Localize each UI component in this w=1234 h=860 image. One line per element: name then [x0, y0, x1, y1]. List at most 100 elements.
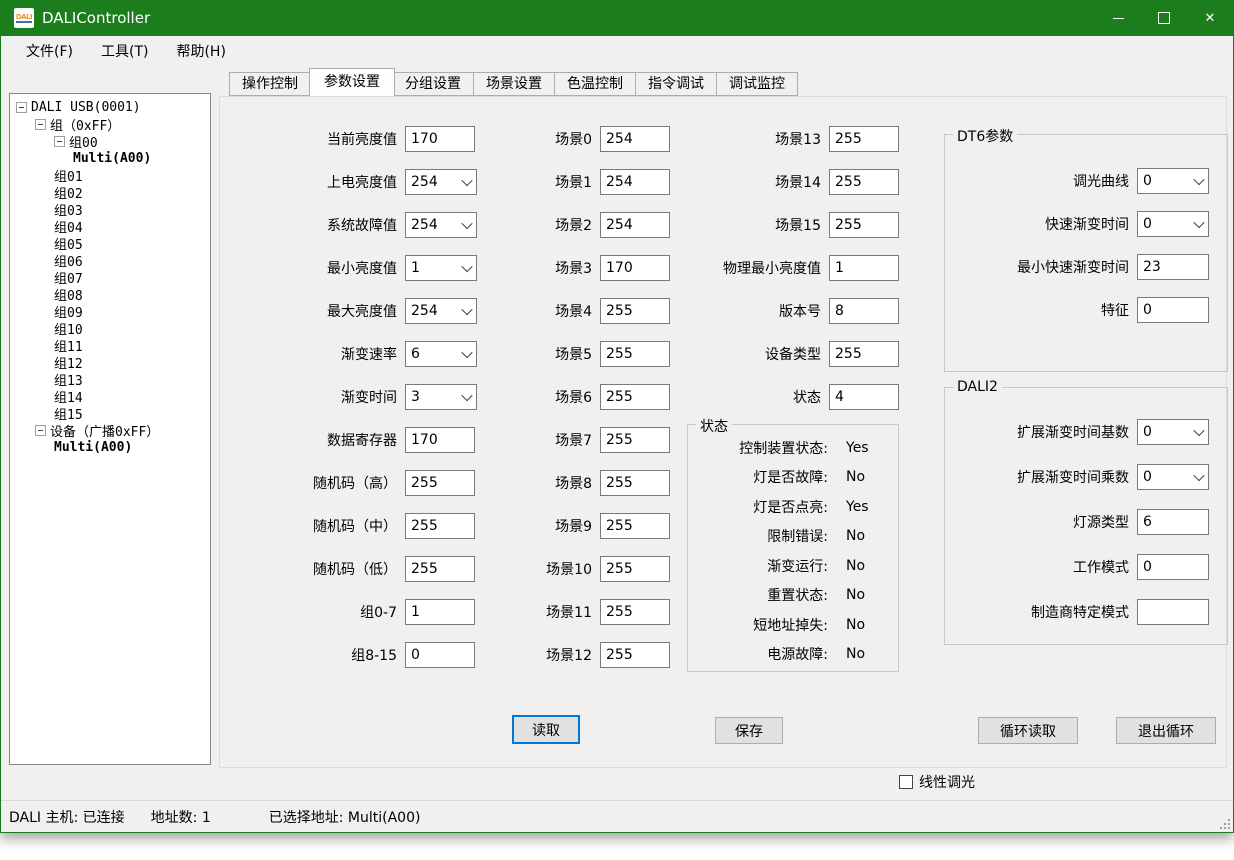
tree-node[interactable]: 组05: [10, 235, 210, 252]
minimize-icon[interactable]: [1095, 0, 1141, 36]
chevron-down-icon[interactable]: [458, 170, 476, 194]
tree-node[interactable]: 组12: [10, 354, 210, 371]
exit-loop-button[interactable]: 退出循环: [1116, 717, 1216, 744]
tree-node[interactable]: 组14: [10, 388, 210, 405]
current-brightness-input[interactable]: [405, 126, 475, 152]
chevron-down-icon[interactable]: [458, 299, 476, 323]
ext-fade-time-multiplier-combo[interactable]: 0: [1137, 464, 1209, 490]
scene-12-input[interactable]: [600, 642, 670, 668]
scene-0-input[interactable]: [600, 126, 670, 152]
scene-15-input[interactable]: [829, 212, 899, 238]
tree-node[interactable]: 组08: [10, 286, 210, 303]
scene-14-label: 场景14: [700, 172, 821, 192]
dimming-curve-combo[interactable]: 0: [1137, 168, 1209, 194]
manufacturer-specific-mode-input[interactable]: [1137, 599, 1209, 625]
read-button[interactable]: 读取: [512, 715, 580, 744]
tree-collapse-icon[interactable]: [35, 425, 46, 436]
resize-grip-icon[interactable]: [1218, 817, 1231, 830]
ext-fade-time-base-combo[interactable]: 0: [1137, 419, 1209, 445]
linear-dimming-checkbox[interactable]: 线性调光: [899, 772, 975, 792]
close-icon[interactable]: ✕: [1187, 0, 1233, 36]
chevron-down-icon[interactable]: [1190, 169, 1208, 193]
tree-node[interactable]: Multi(A00): [10, 439, 210, 456]
scene-6-input[interactable]: [600, 384, 670, 410]
operating-mode-input[interactable]: [1137, 554, 1209, 580]
feature-input[interactable]: [1137, 297, 1209, 323]
tab-debug-monitor[interactable]: 调试监控: [717, 72, 798, 96]
scene-1-input[interactable]: [600, 169, 670, 195]
ext-fade-time-base-label: 扩展渐变时间基数: [945, 422, 1129, 442]
fade-rate-combo[interactable]: 6: [405, 341, 477, 367]
version-number-input[interactable]: [829, 298, 899, 324]
tab-command-debug[interactable]: 指令调试: [636, 72, 717, 96]
status-value-input[interactable]: [829, 384, 899, 410]
tree-node[interactable]: 组11: [10, 337, 210, 354]
max-brightness-combo[interactable]: 254: [405, 298, 477, 324]
group-0-7-input[interactable]: [405, 599, 475, 625]
fast-fade-time-combo[interactable]: 0: [1137, 211, 1209, 237]
random-code-mid-input[interactable]: [405, 513, 475, 539]
chevron-down-icon[interactable]: [1190, 465, 1208, 489]
random-code-low-input[interactable]: [405, 556, 475, 582]
maximize-icon[interactable]: [1141, 0, 1187, 36]
data-register-input[interactable]: [405, 427, 475, 453]
tab-scene-settings[interactable]: 场景设置: [474, 72, 555, 96]
scene-11-input[interactable]: [600, 599, 670, 625]
chevron-down-icon[interactable]: [458, 256, 476, 280]
tab-param-settings[interactable]: 参数设置: [309, 68, 395, 96]
menu-help[interactable]: 帮助(H): [162, 37, 239, 65]
chevron-down-icon[interactable]: [1190, 212, 1208, 236]
tree-node[interactable]: 组07: [10, 269, 210, 286]
tree-node[interactable]: 组（0xFF）: [10, 116, 210, 133]
tab-operation-control[interactable]: 操作控制: [229, 72, 311, 96]
tree-node[interactable]: Multi(A00): [10, 150, 210, 167]
light-source-type-input[interactable]: [1137, 509, 1209, 535]
tree-collapse-icon[interactable]: [54, 136, 65, 147]
tree-node[interactable]: 组03: [10, 201, 210, 218]
tree-node[interactable]: DALI USB(0001): [10, 99, 210, 116]
fade-time-combo[interactable]: 3: [405, 384, 477, 410]
menu-tools[interactable]: 工具(T): [87, 37, 162, 65]
scene-7-input[interactable]: [600, 427, 670, 453]
tree-node[interactable]: 设备（广播0xFF）: [10, 422, 210, 439]
min-fast-fade-time-input[interactable]: [1137, 254, 1209, 280]
scene-4-input[interactable]: [600, 298, 670, 324]
scene-13-input[interactable]: [829, 126, 899, 152]
system-failure-value-combo[interactable]: 254: [405, 212, 477, 238]
tree-collapse-icon[interactable]: [16, 102, 27, 113]
scene-8-input[interactable]: [600, 470, 670, 496]
tree-collapse-icon[interactable]: [35, 119, 46, 130]
scene-14-input[interactable]: [829, 169, 899, 195]
random-code-high-input[interactable]: [405, 470, 475, 496]
power-on-brightness-combo[interactable]: 254: [405, 169, 477, 195]
tree-node[interactable]: 组06: [10, 252, 210, 269]
save-button[interactable]: 保存: [715, 717, 783, 744]
scene-2-input[interactable]: [600, 212, 670, 238]
tree-node[interactable]: 组04: [10, 218, 210, 235]
loop-read-button[interactable]: 循环读取: [978, 717, 1078, 744]
tree-node[interactable]: 组13: [10, 371, 210, 388]
tab-color-temp-control[interactable]: 色温控制: [555, 72, 636, 96]
chevron-down-icon[interactable]: [1190, 420, 1208, 444]
tree-node[interactable]: 组01: [10, 167, 210, 184]
tree-node[interactable]: 组15: [10, 405, 210, 422]
physical-min-brightness-input[interactable]: [829, 255, 899, 281]
device-type-input[interactable]: [829, 341, 899, 367]
operating-mode-label: 工作模式: [945, 557, 1129, 577]
scene-9-input[interactable]: [600, 513, 670, 539]
scene-3-input[interactable]: [600, 255, 670, 281]
group-8-15-input[interactable]: [405, 642, 475, 668]
tree-node[interactable]: 组00: [10, 133, 210, 150]
checkbox-box-icon[interactable]: [899, 775, 913, 789]
tab-grouping-settings[interactable]: 分组设置: [393, 72, 474, 96]
min-brightness-combo[interactable]: 1: [405, 255, 477, 281]
tree-node[interactable]: 组09: [10, 303, 210, 320]
chevron-down-icon[interactable]: [458, 342, 476, 366]
tree-node[interactable]: 组10: [10, 320, 210, 337]
tree-node[interactable]: 组02: [10, 184, 210, 201]
chevron-down-icon[interactable]: [458, 385, 476, 409]
menu-file[interactable]: 文件(F): [12, 37, 87, 65]
chevron-down-icon[interactable]: [458, 213, 476, 237]
scene-10-input[interactable]: [600, 556, 670, 582]
scene-5-input[interactable]: [600, 341, 670, 367]
